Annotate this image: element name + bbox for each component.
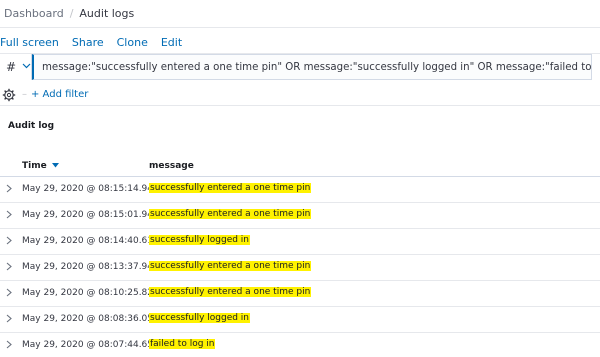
row-time: May 29, 2020 @ 08:07:44.654 xyxy=(22,340,159,350)
row-message: successfully entered a one time pin xyxy=(149,183,312,193)
chevron-down-icon xyxy=(22,62,31,72)
chevron-right-icon[interactable] xyxy=(6,288,12,300)
chevron-right-icon[interactable] xyxy=(6,210,12,222)
query-input[interactable]: message:"successfully entered a one time… xyxy=(32,54,592,80)
row-time: May 29, 2020 @ 08:14:40.615 xyxy=(22,236,159,246)
clone-link[interactable]: Clone xyxy=(117,36,148,49)
chevron-right-icon[interactable] xyxy=(6,262,12,274)
query-language-button[interactable]: # xyxy=(0,54,32,80)
row-time: May 29, 2020 @ 08:15:01.942 xyxy=(22,210,159,220)
message-column-header[interactable]: message xyxy=(149,161,194,171)
filter-bar: – + Add filter xyxy=(0,84,600,106)
table-row[interactable]: May 29, 2020 @ 08:08:36.051 successfully … xyxy=(0,307,600,333)
table-row[interactable]: May 29, 2020 @ 08:14:40.615 successfully … xyxy=(0,229,600,255)
add-filter-button[interactable]: + Add filter xyxy=(31,89,88,100)
row-time: May 29, 2020 @ 08:10:25.829 xyxy=(22,288,159,298)
table-header: Time message xyxy=(0,158,600,177)
table-row[interactable]: May 29, 2020 @ 08:15:01.942 successfully … xyxy=(0,203,600,229)
breadcrumb-separator: / xyxy=(69,7,74,20)
row-message: successfully entered a one time pin xyxy=(149,209,312,219)
table-row[interactable]: May 29, 2020 @ 08:13:37.947 successfully … xyxy=(0,255,600,281)
breadcrumb-dashboard[interactable]: Dashboard xyxy=(4,7,64,20)
breadcrumb: Dashboard / Audit logs xyxy=(0,0,600,28)
time-column-header[interactable]: Time xyxy=(22,161,59,171)
table-row[interactable]: May 29, 2020 @ 08:10:25.829 successfully … xyxy=(0,281,600,307)
table-row[interactable]: May 29, 2020 @ 08:15:14.945 successfully … xyxy=(0,177,600,203)
row-time: May 29, 2020 @ 08:15:14.945 xyxy=(22,184,159,194)
filter-divider: – xyxy=(22,89,27,100)
sort-down-icon[interactable] xyxy=(51,161,59,170)
edit-link[interactable]: Edit xyxy=(161,36,182,49)
gear-icon[interactable] xyxy=(2,88,16,102)
chevron-right-icon[interactable] xyxy=(6,184,12,196)
chevron-right-icon[interactable] xyxy=(6,236,12,248)
row-message: successfully entered a one time pin xyxy=(149,261,312,271)
top-nav: Full screen Share Clone Edit xyxy=(0,28,600,54)
row-message: successfully logged in xyxy=(149,313,251,323)
language-symbol: # xyxy=(6,60,17,74)
row-message: failed to log in xyxy=(149,339,216,349)
row-time: May 29, 2020 @ 08:13:37.947 xyxy=(22,262,159,272)
share-link[interactable]: Share xyxy=(72,36,104,49)
chevron-right-icon[interactable] xyxy=(6,314,12,326)
table-row[interactable]: May 29, 2020 @ 08:07:44.654 failed to log… xyxy=(0,333,600,357)
panel-title: Audit log xyxy=(8,121,55,131)
query-bar: # message:"successfully entered a one ti… xyxy=(0,54,600,80)
chevron-right-icon[interactable] xyxy=(6,340,12,352)
row-time: May 29, 2020 @ 08:08:36.051 xyxy=(22,314,159,324)
full-screen-link[interactable]: Full screen xyxy=(0,36,59,49)
row-message: successfully logged in xyxy=(149,235,251,245)
row-message: successfully entered a one time pin xyxy=(149,287,312,297)
time-column-label: Time xyxy=(22,161,47,171)
breadcrumb-audit-logs: Audit logs xyxy=(79,7,135,20)
